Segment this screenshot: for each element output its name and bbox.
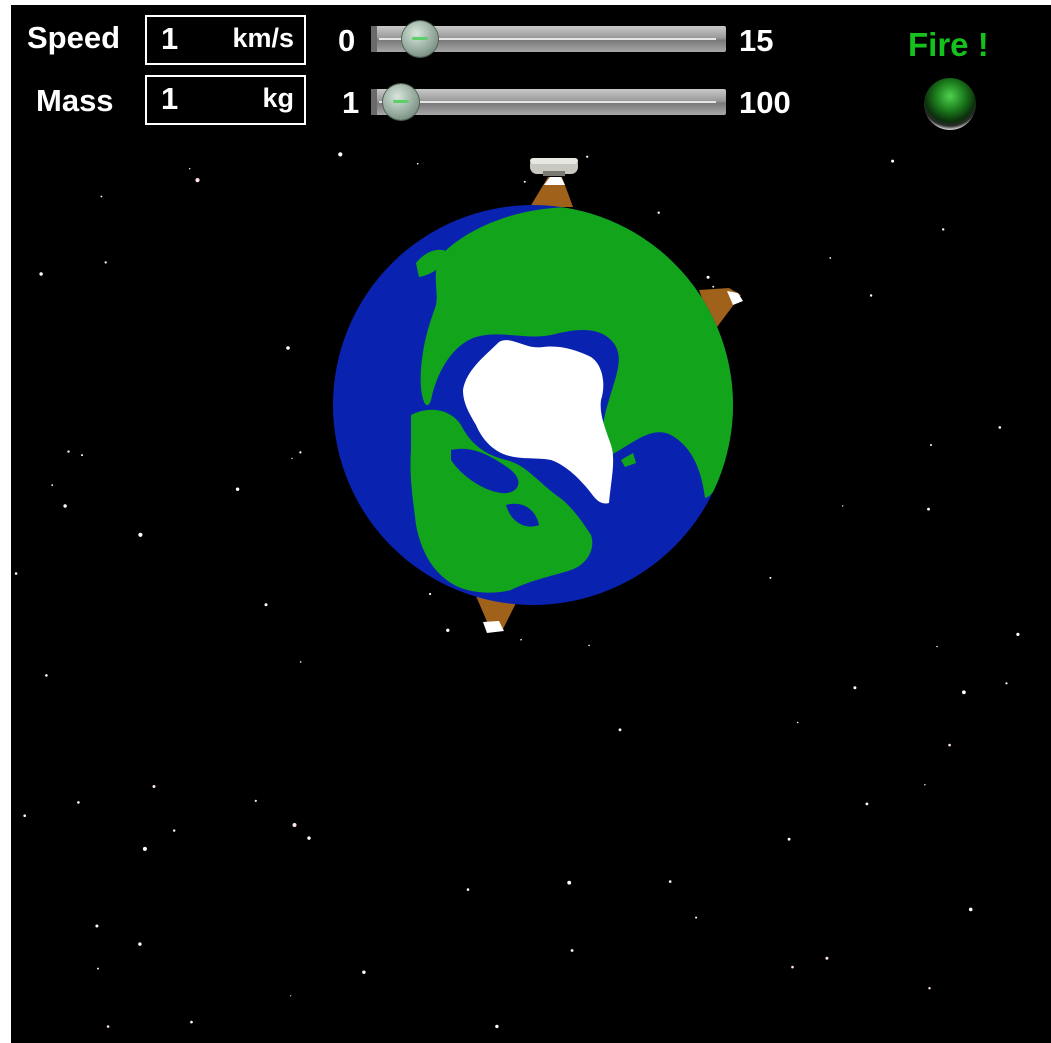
star bbox=[948, 743, 951, 747]
earth-globe bbox=[333, 205, 733, 605]
star bbox=[446, 628, 450, 632]
mass-slider-thumb[interactable] bbox=[383, 84, 419, 120]
star bbox=[51, 484, 54, 486]
star bbox=[869, 294, 873, 297]
star bbox=[14, 572, 18, 575]
star bbox=[106, 1025, 110, 1028]
star bbox=[173, 829, 176, 832]
star bbox=[195, 178, 200, 183]
star bbox=[998, 426, 1002, 429]
star bbox=[695, 916, 698, 919]
star bbox=[23, 814, 26, 817]
star bbox=[466, 888, 470, 891]
star bbox=[138, 942, 142, 946]
star bbox=[189, 168, 191, 170]
star bbox=[842, 505, 844, 507]
mass-min-label: 1 bbox=[342, 85, 360, 120]
star bbox=[829, 257, 832, 259]
star bbox=[299, 661, 302, 663]
star bbox=[712, 285, 715, 288]
speed-field[interactable]: 1 km/s bbox=[145, 15, 306, 65]
star bbox=[928, 987, 931, 990]
star bbox=[338, 152, 343, 157]
mass-label: Mass bbox=[36, 83, 114, 118]
star bbox=[523, 180, 526, 183]
fire-button[interactable] bbox=[924, 78, 976, 130]
star bbox=[235, 487, 240, 491]
star bbox=[796, 721, 799, 724]
star bbox=[362, 970, 366, 974]
star bbox=[936, 645, 938, 648]
star bbox=[865, 802, 869, 806]
star bbox=[570, 949, 574, 952]
star bbox=[791, 965, 794, 969]
star bbox=[67, 450, 70, 453]
star bbox=[586, 155, 589, 158]
star bbox=[891, 159, 895, 163]
speed-value[interactable]: 1 bbox=[161, 21, 178, 57]
speed-max-label: 15 bbox=[739, 23, 774, 58]
mass-field[interactable]: 1 kg bbox=[145, 75, 306, 125]
star bbox=[787, 837, 791, 841]
star bbox=[142, 846, 147, 851]
speed-unit: km/s bbox=[232, 23, 294, 53]
star bbox=[927, 507, 930, 511]
star bbox=[292, 823, 297, 827]
star bbox=[104, 261, 107, 264]
simulation-stage: Speed 1 km/s 0 15 Mass 1 kg 1 100 Fire ! bbox=[11, 5, 1051, 1043]
star bbox=[962, 690, 966, 695]
star bbox=[520, 638, 522, 641]
star bbox=[588, 644, 590, 647]
star bbox=[286, 346, 290, 350]
star bbox=[81, 454, 83, 457]
star bbox=[152, 785, 156, 788]
star bbox=[853, 686, 857, 690]
star bbox=[618, 728, 622, 732]
star bbox=[138, 532, 143, 537]
star bbox=[1016, 632, 1020, 637]
star bbox=[429, 592, 432, 596]
star bbox=[39, 272, 43, 276]
star bbox=[254, 799, 257, 803]
speed-label: Speed bbox=[27, 20, 121, 55]
mass-max-label: 100 bbox=[739, 85, 791, 120]
star bbox=[769, 576, 772, 579]
mountain-top bbox=[530, 177, 573, 207]
star bbox=[97, 967, 99, 970]
star bbox=[706, 275, 710, 279]
cannon bbox=[530, 158, 578, 176]
speed-min-label: 0 bbox=[338, 23, 356, 58]
speed-slider-thumb[interactable] bbox=[402, 21, 439, 57]
mass-value[interactable]: 1 bbox=[161, 81, 178, 117]
star bbox=[567, 880, 572, 885]
space-scene bbox=[14, 152, 1020, 1029]
star bbox=[290, 995, 292, 997]
star bbox=[968, 907, 973, 912]
star bbox=[825, 956, 829, 960]
star bbox=[77, 801, 80, 804]
star bbox=[264, 603, 268, 607]
star bbox=[924, 784, 926, 786]
fire-label: Fire ! bbox=[908, 26, 989, 63]
star bbox=[416, 162, 419, 165]
star bbox=[45, 674, 48, 677]
star bbox=[190, 1020, 193, 1024]
mass-slider-track[interactable] bbox=[371, 89, 726, 115]
star bbox=[495, 1024, 499, 1029]
star bbox=[100, 195, 103, 198]
star bbox=[299, 451, 302, 454]
star bbox=[307, 836, 311, 840]
mass-unit: kg bbox=[262, 83, 294, 113]
star bbox=[657, 211, 660, 214]
star bbox=[95, 924, 99, 928]
star bbox=[1005, 682, 1008, 685]
star bbox=[668, 880, 672, 883]
star bbox=[930, 444, 932, 446]
star bbox=[291, 457, 293, 460]
star bbox=[942, 228, 945, 231]
star bbox=[63, 504, 67, 508]
